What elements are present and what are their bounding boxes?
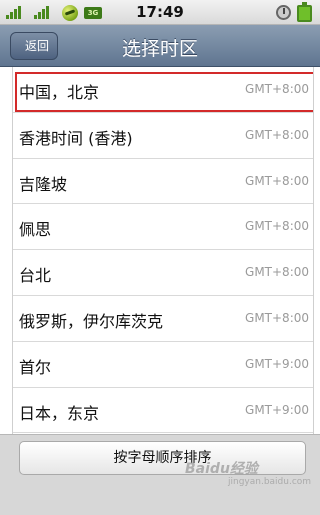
page-title: 选择时区 <box>121 38 198 60</box>
timezone-name: 俄罗斯，伊尔库茨克 <box>19 311 164 331</box>
status-bar: 3G 17:49 <box>0 0 320 25</box>
timezone-list: 中国，北京 GMT+8:00 香港时间 (香港) GMT+8:00 吉隆坡 GM… <box>12 67 314 434</box>
timezone-name: 日本，东京 <box>19 403 100 423</box>
sort-alphabetical-button[interactable]: 按字母顺序排序 <box>19 441 306 475</box>
timezone-offset: GMT+9:00 <box>245 356 309 371</box>
timezone-row-hongkong[interactable]: 香港时间 (香港) GMT+8:00 <box>13 113 313 159</box>
timezone-offset: GMT+8:00 <box>245 173 309 188</box>
title-bar: 返回 选择时区 <box>0 25 320 67</box>
timezone-offset: GMT+8:00 <box>245 127 309 142</box>
alarm-icon <box>276 5 291 20</box>
timezone-name: 香港时间 (香港) <box>19 128 133 148</box>
battery-icon <box>297 2 312 22</box>
timezone-row-beijing[interactable]: 中国，北京 GMT+8:00 <box>13 67 313 113</box>
timezone-row-tokyo[interactable]: 日本，东京 GMT+9:00 <box>13 388 313 434</box>
timezone-row-seoul[interactable]: 首尔 GMT+9:00 <box>13 342 313 388</box>
timezone-offset: GMT+8:00 <box>245 310 309 325</box>
timezone-offset: GMT+9:00 <box>245 402 309 417</box>
timezone-name: 佩思 <box>19 220 52 240</box>
timezone-row-kualalumpur[interactable]: 吉隆坡 GMT+8:00 <box>13 159 313 205</box>
timezone-row-irkutsk[interactable]: 俄罗斯，伊尔库茨克 GMT+8:00 <box>13 296 313 342</box>
timezone-name: 台北 <box>19 266 52 286</box>
timezone-offset: GMT+8:00 <box>245 82 309 96</box>
timezone-name: 吉隆坡 <box>19 174 68 194</box>
timezone-offset: GMT+8:00 <box>245 219 309 234</box>
timezone-row-perth[interactable]: 佩思 GMT+8:00 <box>13 204 313 251</box>
timezone-offset: GMT+8:00 <box>245 265 309 280</box>
status-clock: 17:49 <box>136 3 184 21</box>
timezone-name: 中国，北京 <box>19 83 100 102</box>
timezone-row-taipei[interactable]: 台北 GMT+8:00 <box>13 250 313 296</box>
watermark-url: jingyan.baidu.com <box>228 477 312 487</box>
timezone-name: 首尔 <box>19 357 52 377</box>
watermark-logo: Baidu经验 <box>185 461 258 477</box>
bottom-bar: 按字母顺序排序 <box>0 434 320 515</box>
